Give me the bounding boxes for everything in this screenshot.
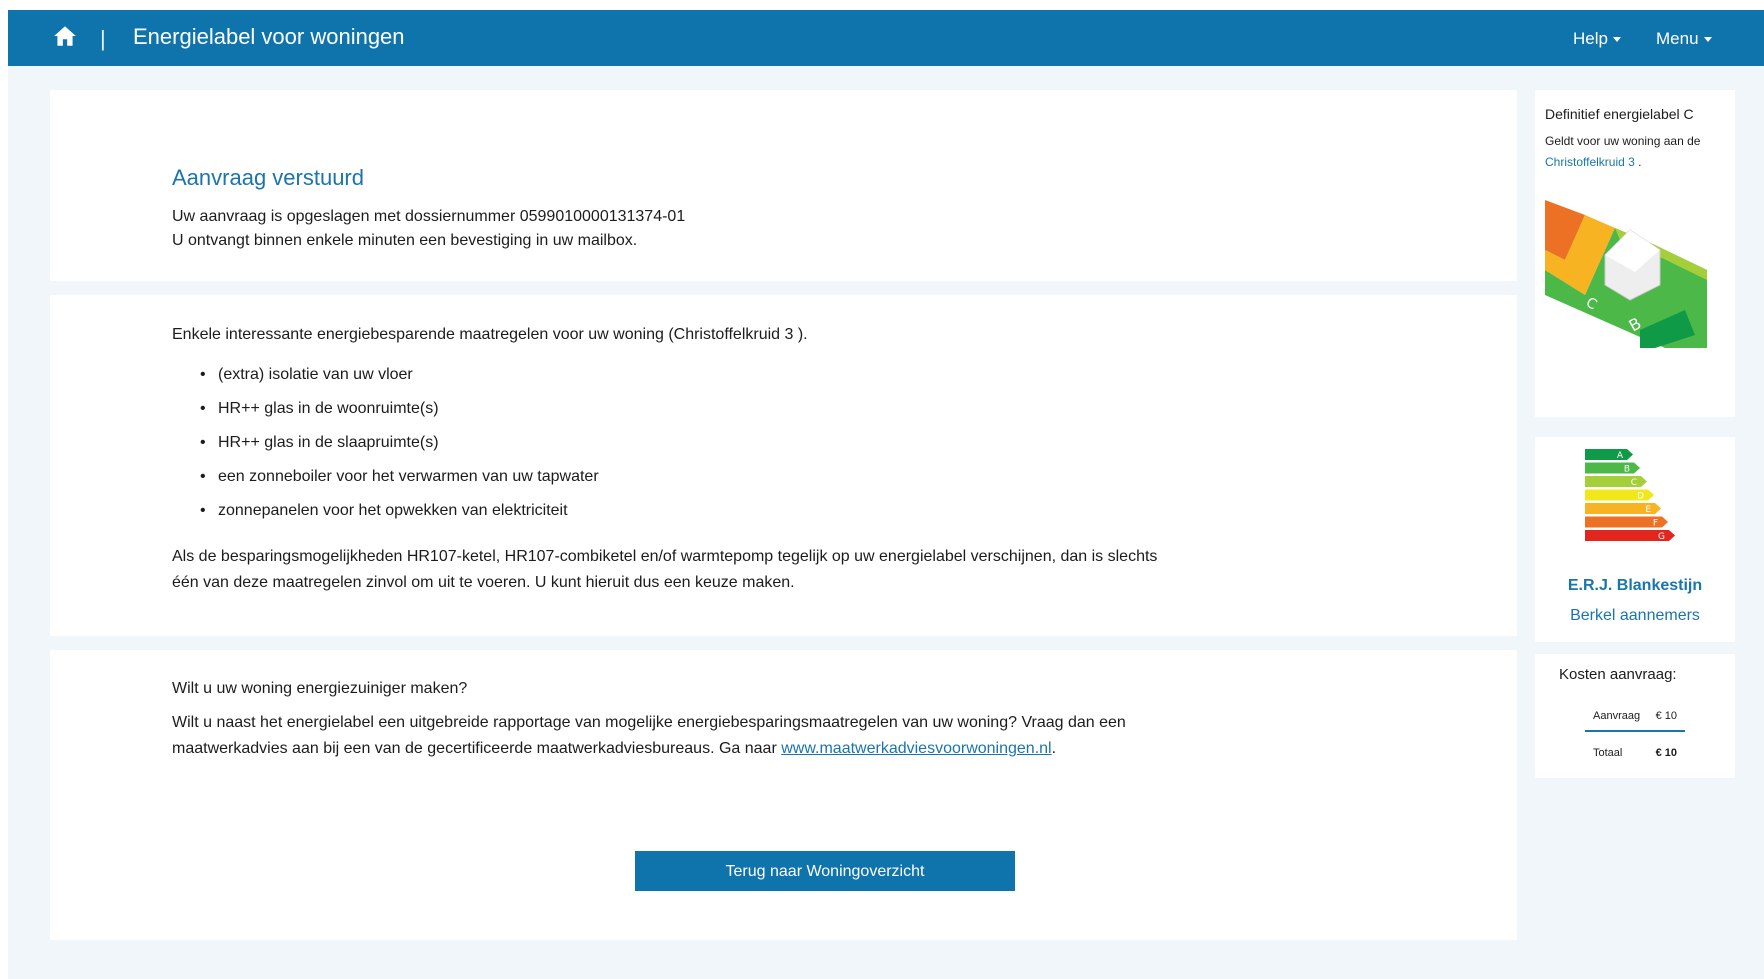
energy-scale-bar: B: [1585, 462, 1640, 475]
energy-scale-bar: F: [1585, 516, 1668, 529]
help-menu[interactable]: Help: [1573, 29, 1621, 49]
top-navigation-bar: | Energielabel voor woningen Help Menu: [8, 10, 1764, 66]
address-line: Christoffelkruid 3 .: [1545, 155, 1642, 169]
measures-intro: Enkele interessante energiebesparende ma…: [172, 326, 808, 343]
app-title: Energielabel voor woningen: [133, 24, 405, 49]
chevron-down-icon: [1703, 37, 1712, 43]
energy-scale-bar: G: [1585, 530, 1675, 542]
home-icon[interactable]: [52, 23, 78, 49]
confirmation-heading: Aanvraag verstuurd: [172, 165, 364, 190]
address-link[interactable]: Christoffelkruid 3: [1545, 155, 1635, 169]
list-item: een zonneboiler voor het verwarmen van u…: [200, 467, 599, 501]
cost-total-label: Totaal: [1593, 747, 1623, 759]
address-suffix: .: [1634, 155, 1642, 169]
energy-label-illustration: C B: [1545, 200, 1707, 348]
list-item: zonnepanelen voor het opwekken van elekt…: [200, 501, 599, 535]
energy-scale-graphic: ABCDEFG: [1585, 449, 1675, 542]
main-menu[interactable]: Menu: [1656, 29, 1712, 49]
measures-note: Als de besparingsmogelijkheden HR107-ket…: [172, 548, 1158, 591]
energy-scale-letter: A: [1617, 451, 1624, 461]
cost-request-label: Aanvraag: [1593, 710, 1641, 722]
energy-scale-bar: C: [1585, 476, 1647, 488]
measures-list: (extra) isolatie van uw vloer HR++ glas …: [200, 365, 599, 535]
cost-request-value: € 10: [1655, 710, 1677, 722]
measures-card: Enkele interessante energiebesparende ma…: [50, 295, 1517, 636]
dossier-number-text: Uw aanvraag is opgeslagen met dossiernum…: [172, 208, 686, 225]
advisor-panel: ABCDEFG E.R.J. Blankestijn Berkel aannem…: [1535, 437, 1735, 642]
energy-scale-letter: G: [1658, 532, 1665, 542]
back-to-overview-button[interactable]: Terug naar Woningoverzicht: [635, 851, 1015, 891]
energy-label-panel: Definitief energielabel C Geldt voor uw …: [1535, 90, 1735, 417]
energy-scale-letter: E: [1645, 505, 1651, 515]
page-background: | Energielabel voor woningen Help Menu A…: [8, 10, 1764, 979]
energy-scale-bar-shape: [1585, 449, 1633, 460]
cost-request-row: Aanvraag € 10: [1585, 710, 1685, 732]
label-applies-text: Geldt voor uw woning aan de: [1545, 134, 1701, 148]
energy-scale-letter: F: [1653, 519, 1658, 529]
energy-label-title: Definitief energielabel C: [1545, 106, 1694, 122]
advice-text-end: .: [1051, 740, 1057, 757]
advisor-name: E.R.J. Blankestijn: [1567, 577, 1703, 594]
energy-scale-bar-shape: [1585, 462, 1640, 474]
energy-scale-letter: C: [1631, 478, 1637, 488]
energy-scale-bar: A: [1585, 449, 1633, 461]
list-item: (extra) isolatie van uw vloer: [200, 365, 599, 399]
list-item: HR++ glas in de slaapruimte(s): [200, 433, 599, 467]
mailbox-confirmation-text: U ontvangt binnen enkele minuten een bev…: [172, 232, 638, 249]
energy-scale-letter: D: [1637, 492, 1644, 502]
energy-scale-bar-shape: [1585, 476, 1647, 487]
energy-scale-bar: D: [1585, 489, 1654, 502]
chevron-down-icon: [1612, 37, 1621, 43]
advice-question: Wilt u uw woning energiezuiniger maken?: [172, 680, 468, 697]
costs-panel: Kosten aanvraag: Aanvraag € 10 Totaal € …: [1535, 654, 1735, 778]
cost-total-value: € 10: [1655, 747, 1677, 759]
confirmation-card: Aanvraag verstuurd Uw aanvraag is opgesl…: [50, 90, 1517, 281]
advisor-company-link[interactable]: Berkel aannemers: [1535, 607, 1735, 625]
advice-card: Wilt u uw woning energiezuiniger maken? …: [50, 650, 1517, 940]
costs-title: Kosten aanvraag:: [1559, 666, 1677, 683]
title-separator: |: [100, 26, 106, 51]
energy-scale-letter: B: [1624, 465, 1630, 475]
help-menu-label: Help: [1573, 29, 1608, 48]
energy-scale-bar: E: [1585, 503, 1661, 515]
list-item: HR++ glas in de woonruimte(s): [200, 399, 599, 433]
advice-text: Wilt u naast het energielabel een uitgeb…: [172, 710, 1182, 762]
maatwerkadvies-link[interactable]: www.maatwerkadviesvoorwoningen.nl: [781, 740, 1051, 757]
main-menu-label: Menu: [1656, 29, 1699, 48]
